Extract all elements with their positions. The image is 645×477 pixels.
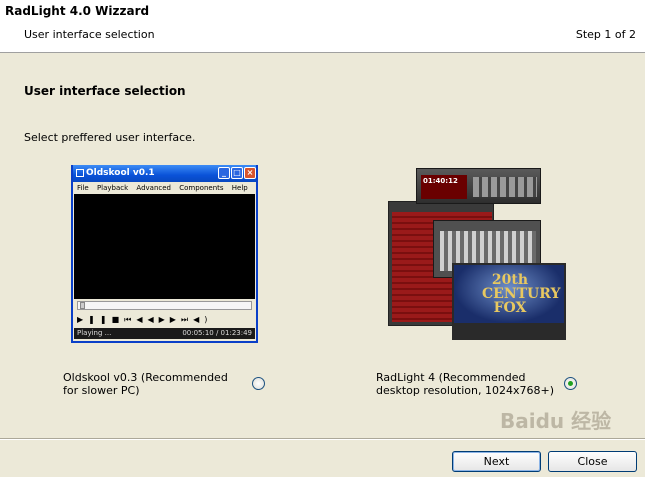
step-indicator: Step 1 of 2 [575, 28, 636, 41]
section-title: User interface selection [24, 84, 186, 98]
oldskool-menubar: File Playback Advanced Components Help [73, 182, 256, 194]
menu-item: Advanced [136, 184, 171, 192]
option-radlight-label[interactable]: RadLight 4 (Recommended desktop resoluti… [376, 371, 556, 397]
footer-divider [0, 438, 645, 440]
play-icon: ▶ [77, 315, 89, 324]
playback-controls: ▶❚❚■⏮◀◀▶▶⏭◀) [73, 312, 256, 328]
close-icon: × [244, 167, 256, 179]
forward-icon: ▶▶ [158, 315, 181, 324]
section-description: Select preffered user interface. [24, 131, 196, 144]
wizard-header: RadLight 4.0 Wizzard User interface sele… [0, 0, 645, 53]
fox-logo: 20th CENTURY FOX [482, 272, 561, 316]
oldskool-titlebar: Oldskool v0.1 _ □ × [73, 165, 256, 182]
oldskool-window-title: Oldskool v0.1 [86, 168, 155, 178]
oldskool-video-area [74, 194, 255, 299]
video-window: 20th CENTURY FOX [452, 263, 566, 340]
option-radlight-radio[interactable] [564, 377, 577, 390]
time-text: 00:05:10 / 01:23:49 [182, 329, 252, 337]
pause-icon: ❚❚ [88, 315, 112, 324]
prev-icon: ⏮ [124, 315, 137, 324]
close-button[interactable]: Close [548, 451, 637, 472]
menu-item: File [77, 184, 89, 192]
next-icon: ⏭ [180, 315, 194, 324]
radlight-preview-image: 01:40:12 20th CENTURY FOX [388, 168, 568, 340]
menu-item: Help [231, 184, 248, 192]
stop-icon: ■ [111, 315, 125, 324]
wizard-title: RadLight 4.0 Wizzard [5, 4, 150, 18]
player-buttons [473, 177, 537, 197]
wizard-subtitle: User interface selection [24, 28, 155, 41]
status-text: Playing ... [77, 329, 112, 337]
option-oldskool-radio[interactable] [252, 377, 265, 390]
player-window: 01:40:12 [416, 168, 541, 204]
volume-icon: ◀) [193, 315, 213, 324]
lcd-display: 01:40:12 [421, 175, 467, 199]
option-oldskool-label[interactable]: Oldskool v0.3 (Recommended for slower PC… [63, 371, 243, 397]
minimize-icon: _ [218, 167, 230, 179]
seek-bar [77, 301, 252, 310]
app-icon [76, 169, 84, 177]
rewind-icon: ◀◀ [136, 315, 159, 324]
seek-thumb [80, 302, 85, 309]
watermark-logo: Baidu 经验 [500, 409, 612, 433]
menu-item: Components [179, 184, 224, 192]
next-button[interactable]: Next [452, 451, 541, 472]
video-controls [454, 323, 564, 338]
menu-item: Playback [96, 184, 129, 192]
oldskool-status-bar: Playing ... 00:05:10 / 01:23:49 [74, 328, 255, 339]
maximize-icon: □ [231, 167, 243, 179]
oldskool-preview-image: Oldskool v0.1 _ □ × File Playback Advanc… [71, 165, 258, 343]
